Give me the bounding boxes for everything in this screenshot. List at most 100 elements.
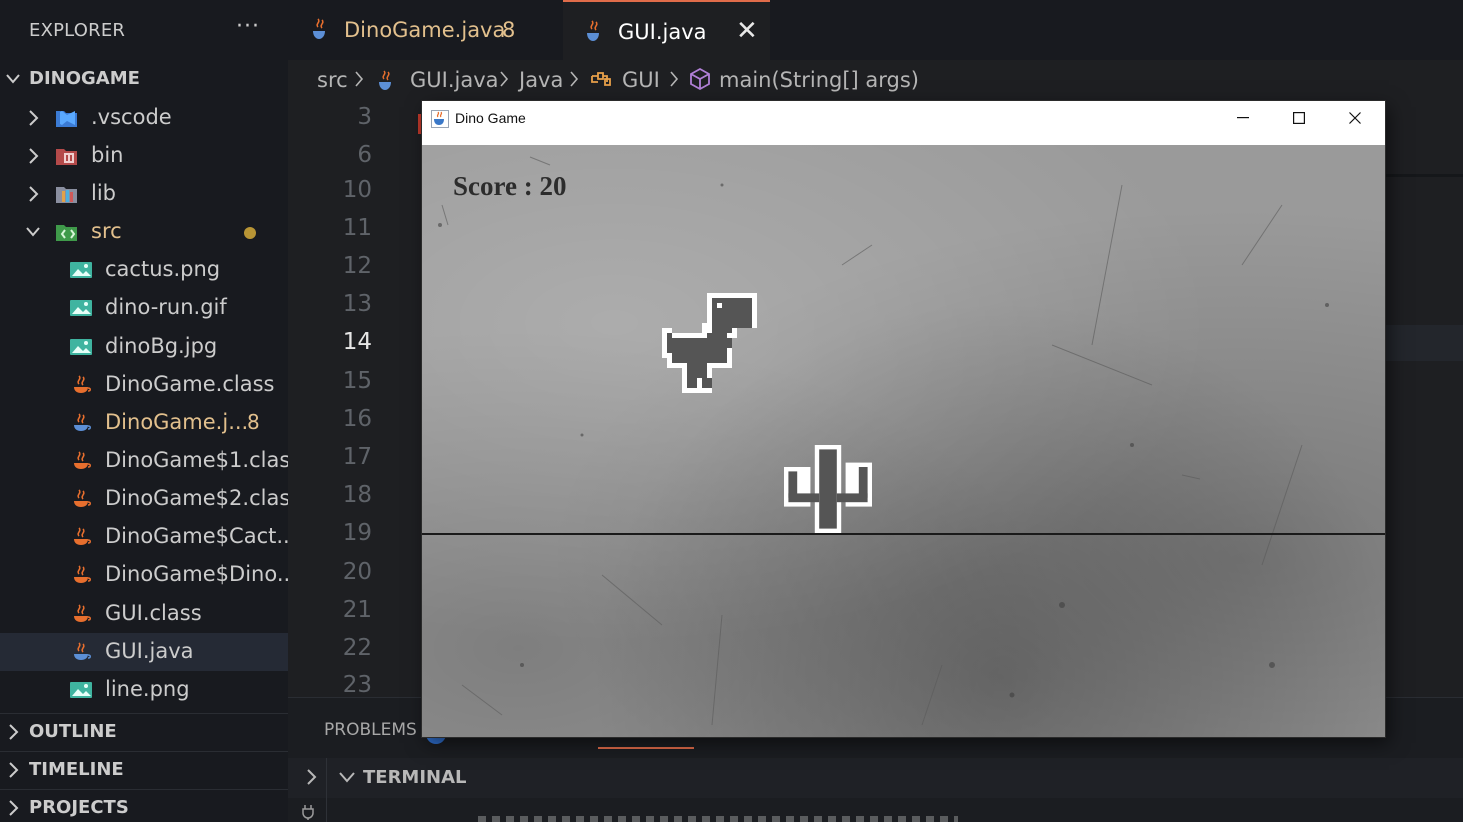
tree-item-label: DinoGame.j... (105, 410, 249, 434)
cactus-sprite (784, 445, 872, 533)
grunge-background (438, 156, 1329, 726)
maximize-button[interactable] (1271, 101, 1327, 135)
tree-file-dinogame-class[interactable]: DinoGame.class (0, 366, 288, 404)
line-number: 20 (342, 559, 372, 585)
explorer-header: EXPLORER ··· (0, 0, 288, 60)
project-root-header[interactable]: DINOGAME (0, 61, 288, 97)
java-file-icon (74, 642, 91, 660)
window-close-button[interactable] (1327, 101, 1383, 135)
breadcrumb-file[interactable]: GUI.java (410, 68, 499, 92)
current-line-highlight (1384, 325, 1463, 361)
game-canvas[interactable]: Score : 20 (422, 145, 1385, 737)
chevron-right-icon (307, 769, 317, 785)
image-file-icon (70, 339, 92, 355)
tree-item-label: GUI.java (105, 639, 194, 663)
problem-count-badge: 8 (247, 410, 260, 434)
outline-section-header[interactable]: OUTLINE (0, 713, 288, 749)
tree-file-dino-run-gif[interactable]: dino-run.gif (0, 289, 288, 327)
java-file-icon (313, 18, 325, 39)
tree-folder-bin[interactable]: bin (0, 137, 288, 175)
tab-gui-java[interactable]: GUI.java ✕ (563, 0, 770, 60)
chevron-right-icon (9, 762, 19, 778)
chevron-right-icon (500, 71, 509, 87)
window-title-bar[interactable]: Dino Game (422, 101, 1385, 145)
java-file-icon (74, 489, 91, 507)
chevron-down-icon (339, 772, 355, 783)
tree-file-dinogame1-class[interactable]: DinoGame$1.class (0, 442, 301, 480)
tree-file-dinogame2-class[interactable]: DinoGame$2.class (0, 480, 301, 518)
bin-folder-icon (56, 149, 77, 165)
active-panel-indicator (598, 747, 694, 749)
breadcrumb-language[interactable]: Java (519, 68, 563, 92)
timeline-section-header[interactable]: TIMELINE (0, 751, 288, 787)
terminal-header[interactable]: TERMINAL (288, 758, 1463, 798)
tree-file-dinogame-dino-class[interactable]: DinoGame$Dino... (0, 556, 297, 594)
breadcrumb-method[interactable]: main(String[] args) (719, 68, 919, 92)
more-actions-icon[interactable]: ··· (236, 14, 260, 39)
tab-dinogame-java[interactable]: DinoGame.java 8 (288, 0, 563, 60)
tree-folder-lib[interactable]: lib (0, 175, 288, 213)
chevron-right-icon (570, 71, 579, 87)
tree-item-label: DinoGame$2.class (105, 486, 302, 510)
java-file-icon (74, 451, 91, 469)
chevron-right-icon (29, 186, 39, 202)
tree-file-line-png[interactable]: line.png (0, 671, 288, 709)
chevron-right-icon (355, 71, 364, 87)
window-title: Dino Game (455, 110, 526, 126)
breadcrumb-src[interactable]: src (317, 68, 348, 92)
tree-item-label: line.png (105, 677, 190, 701)
tree-item-label: .vscode (91, 105, 172, 129)
tree-item-label: cactus.png (105, 257, 221, 281)
tree-item-label: DinoGame$Dino... (105, 562, 297, 586)
breadcrumb-class[interactable]: GUI (622, 68, 660, 92)
tree-file-dinobg-jpg[interactable]: dinoBg.jpg (0, 328, 288, 366)
dino-sprite (662, 293, 757, 393)
tree-file-gui-class[interactable]: GUI.class (0, 595, 288, 633)
tree-item-label: DinoGame$1.class (105, 448, 302, 472)
method-icon (690, 67, 710, 91)
image-file-icon (70, 682, 92, 698)
close-icon[interactable]: ✕ (736, 16, 758, 46)
explorer-title: EXPLORER (29, 20, 126, 41)
image-file-icon (70, 300, 92, 316)
java-file-icon (74, 413, 91, 431)
tree-file-dinogame-cactus-class[interactable]: DinoGame$Cact... (0, 518, 296, 556)
tree-file-cactus-png[interactable]: cactus.png (0, 251, 288, 289)
tree-folder-src[interactable]: src (0, 213, 288, 251)
line-number: 12 (342, 253, 372, 279)
plug-icon[interactable] (300, 804, 316, 820)
tree-item-label: dino-run.gif (105, 295, 227, 319)
projects-label: PROJECTS (29, 797, 129, 818)
tree-folder-vscode[interactable]: .vscode (0, 99, 288, 137)
projects-section-header[interactable]: PROJECTS (0, 789, 288, 822)
tree-file-dinogame-java[interactable]: DinoGame.j... 8 (0, 404, 288, 442)
tab-label: DinoGame.java (344, 18, 506, 42)
chevron-right-icon (29, 110, 39, 126)
chevron-right-icon (29, 148, 39, 164)
terminal-output (478, 816, 958, 822)
maximize-icon (1293, 112, 1305, 124)
line-number: 10 (342, 177, 372, 203)
tree-item-label: lib (91, 181, 116, 205)
minimize-button[interactable] (1215, 101, 1271, 135)
ground-line (422, 533, 1385, 535)
line-number: 13 (342, 291, 372, 317)
tab-problems[interactable]: PROBLEMS (324, 720, 417, 740)
line-number: 15 (342, 368, 372, 394)
java-file-icon (379, 70, 391, 90)
class-icon (591, 72, 611, 86)
chevron-down-icon (26, 227, 40, 237)
outline-label: OUTLINE (29, 721, 117, 742)
score-label: Score : 20 (453, 171, 567, 201)
chevron-right-icon (9, 724, 19, 740)
tree-item-label: GUI.class (105, 601, 202, 625)
screen: EXPLORER ··· DINOGAME .vscode bin lib sr… (0, 0, 1463, 822)
close-icon (1349, 112, 1361, 124)
tree-file-gui-java[interactable]: GUI.java (0, 633, 288, 671)
breadcrumb: src GUI.java Java GUI main(String[] args… (288, 60, 1463, 102)
terminal-label: TERMINAL (363, 767, 467, 788)
line-number-current: 14 (342, 329, 372, 355)
line-number: 17 (342, 444, 372, 470)
java-app-icon (431, 110, 449, 128)
tree-item-label: src (91, 219, 122, 243)
